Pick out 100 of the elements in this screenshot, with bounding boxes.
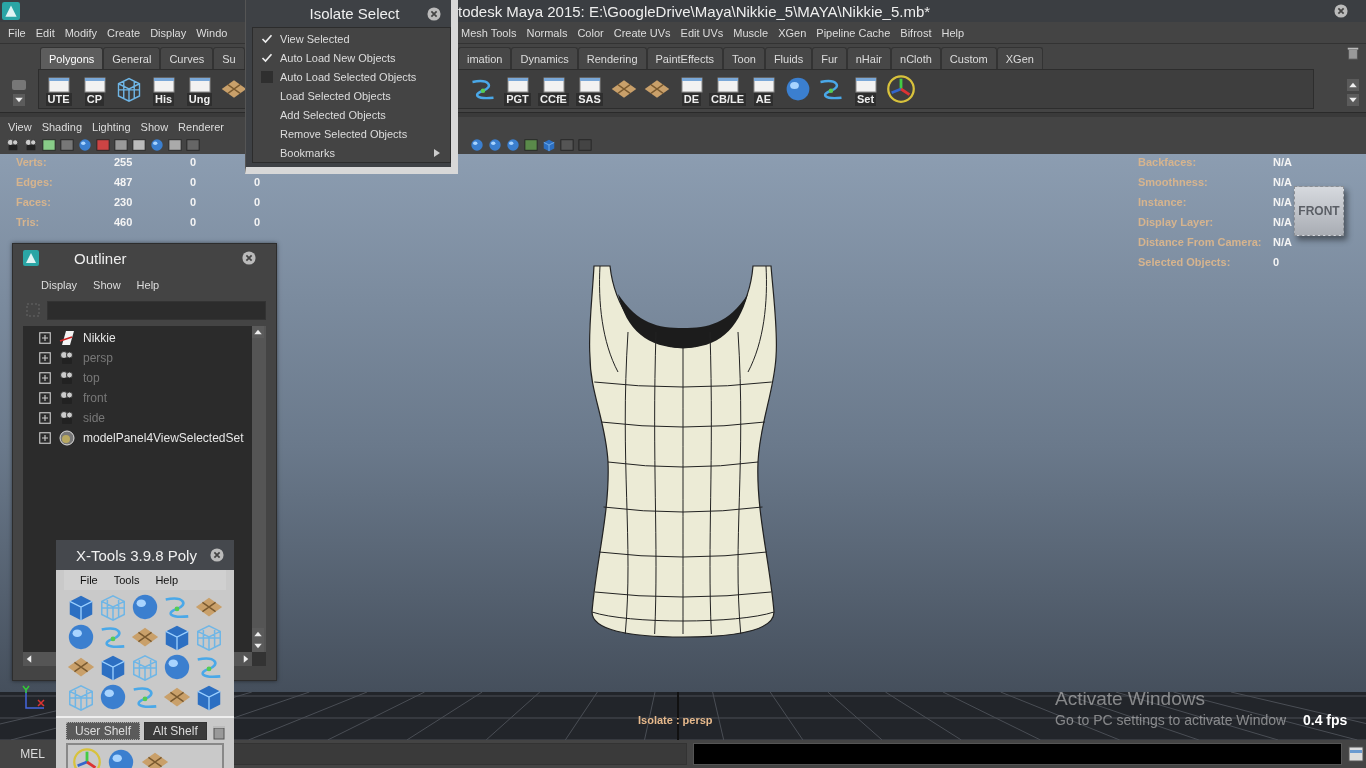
- shelf-button[interactable]: SAS: [574, 72, 605, 106]
- info-label: Display Layer:: [1138, 215, 1215, 230]
- menu-item[interactable]: Help: [941, 26, 965, 39]
- menu-item[interactable]: Shading: [41, 120, 83, 133]
- menu-item[interactable]: Help: [136, 279, 160, 291]
- shelf-tab[interactable]: XGen: [996, 47, 1043, 69]
- shelf-button[interactable]: PGT: [502, 72, 533, 106]
- menu-item[interactable]: Bookmarks: [280, 146, 336, 159]
- menu-item[interactable]: Remove Selected Objects: [280, 127, 408, 140]
- menu-item[interactable]: Color: [577, 26, 604, 39]
- menu-item[interactable]: Renderer: [178, 120, 224, 133]
- stat-label: Tris:: [16, 215, 41, 230]
- stat-label: Edges:: [16, 175, 54, 190]
- view-cube[interactable]: FRONT: [1294, 186, 1344, 236]
- info-label: Instance:: [1138, 195, 1188, 210]
- info-value: 0: [1273, 255, 1281, 270]
- stat-value: 460: [114, 215, 134, 230]
- shelf-tab[interactable]: Rendering: [577, 47, 647, 69]
- shelf-tab[interactable]: Su: [213, 47, 245, 69]
- menu-item[interactable]: Normals: [526, 26, 568, 39]
- window-title: Outliner: [74, 249, 127, 267]
- menu-item[interactable]: Pipeline Cache: [816, 26, 891, 39]
- info-label: Backfaces:: [1138, 155, 1198, 170]
- outliner-item[interactable]: modelPanel4ViewSelectedSet: [83, 431, 244, 445]
- window-title: Isolate Select: [309, 5, 400, 22]
- shelf-tab[interactable]: Toon: [723, 47, 765, 69]
- info-value: N/A: [1273, 235, 1293, 250]
- fps-counter: 0.4 fps: [1303, 712, 1348, 728]
- notice-text: Go to PC settings to activate Window: [1055, 712, 1287, 728]
- menu-item[interactable]: Auto Load Selected Objects: [280, 70, 417, 83]
- shelf-button[interactable]: DE: [676, 72, 707, 106]
- shelf-tab[interactable]: Curves: [160, 47, 214, 69]
- menu-item[interactable]: Modify: [64, 26, 98, 39]
- shelf-tab[interactable]: Dynamics: [511, 47, 578, 69]
- stat-value: 0: [254, 195, 262, 210]
- menu-item[interactable]: View Selected: [280, 32, 350, 45]
- stat-value: 0: [254, 175, 262, 190]
- menu-item[interactable]: Create UVs: [613, 26, 671, 39]
- stat-value: 0: [190, 175, 198, 190]
- menu-item[interactable]: Bifrost: [900, 26, 932, 39]
- menu-item[interactable]: Tools: [113, 574, 140, 586]
- menu-item[interactable]: Edit UVs: [680, 26, 724, 39]
- shelf-button[interactable]: Ung: [184, 72, 215, 106]
- menu-item[interactable]: Display: [150, 26, 187, 39]
- window-title: todesk Maya 2015: E:\GoogleDrive\Maya\Nikkie_5\MAYA\Nikkie_5.mb*: [458, 2, 931, 20]
- shelf-tab[interactable]: General: [103, 47, 161, 69]
- menu-item[interactable]: File: [80, 574, 98, 586]
- shelf-button[interactable]: AE: [748, 72, 779, 106]
- menu-item[interactable]: XGen: [778, 26, 807, 39]
- menu-item[interactable]: Help: [155, 574, 179, 586]
- menu-item[interactable]: Mesh Tools: [461, 26, 517, 39]
- menu-item[interactable]: Lighting: [92, 120, 131, 133]
- info-label: Smoothness:: [1138, 175, 1209, 190]
- shelf-tab[interactable]: nCloth: [891, 47, 941, 69]
- shelf-button[interactable]: UTE: [43, 72, 74, 106]
- shelf-tab[interactable]: Polygons: [40, 47, 104, 69]
- shelf-tab[interactable]: nHair: [846, 47, 892, 69]
- stat-value: 255: [114, 155, 134, 170]
- stat-value: 0: [190, 215, 198, 230]
- shelf-tab[interactable]: Custom: [940, 47, 997, 69]
- shelf-tab[interactable]: User Shelf: [66, 722, 141, 740]
- menu-item[interactable]: Edit: [35, 26, 55, 39]
- shelf-tab[interactable]: Alt Shelf: [144, 722, 207, 740]
- stat-label: Verts:: [16, 155, 48, 170]
- shelf-tab[interactable]: Fluids: [764, 47, 813, 69]
- outliner-item[interactable]: Nikkie: [83, 331, 116, 345]
- shelf-tab[interactable]: Fur: [812, 47, 847, 69]
- window-title: X-Tools 3.9.8 Poly: [76, 546, 197, 564]
- menu-item[interactable]: File: [8, 26, 26, 39]
- shelf-button[interactable]: CCfE: [538, 72, 569, 106]
- shelf-tab[interactable]: PaintEffects: [646, 47, 724, 69]
- info-label: Distance From Camera:: [1138, 235, 1263, 250]
- notice-title: Activate Windows: [1055, 688, 1206, 710]
- stat-label: Faces:: [16, 195, 52, 210]
- shelf-button[interactable]: CB/LE: [712, 72, 743, 106]
- shelf-button[interactable]: Set: [850, 72, 881, 106]
- menu-item[interactable]: View: [8, 120, 32, 133]
- shelf-button[interactable]: CP: [79, 72, 110, 106]
- stat-value: 487: [114, 175, 134, 190]
- menu-item[interactable]: Create: [107, 26, 141, 39]
- shelf-tab[interactable]: imation: [458, 47, 512, 69]
- menu-item[interactable]: Show: [140, 120, 169, 133]
- info-value: N/A: [1273, 215, 1293, 230]
- menu-item[interactable]: Muscle: [733, 26, 769, 39]
- menu-item[interactable]: Show: [93, 279, 121, 291]
- menu-item[interactable]: Display: [41, 279, 78, 291]
- menu-item[interactable]: Add Selected Objects: [280, 108, 386, 121]
- info-label: Selected Objects:: [1138, 255, 1232, 270]
- menu-item[interactable]: Windo: [196, 26, 228, 39]
- stat-value: 0: [190, 155, 198, 170]
- menu-item[interactable]: Auto Load New Objects: [280, 51, 396, 64]
- info-value: N/A: [1273, 175, 1293, 190]
- stat-value: 0: [254, 215, 262, 230]
- stat-value: 230: [114, 195, 134, 210]
- stat-value: 0: [190, 195, 198, 210]
- shelf-button[interactable]: His: [148, 72, 179, 106]
- menu-item[interactable]: Load Selected Objects: [280, 89, 391, 102]
- info-value: N/A: [1273, 155, 1293, 170]
- script-language-label[interactable]: MEL: [0, 747, 55, 761]
- isolate-label: Isolate : persp: [638, 714, 713, 726]
